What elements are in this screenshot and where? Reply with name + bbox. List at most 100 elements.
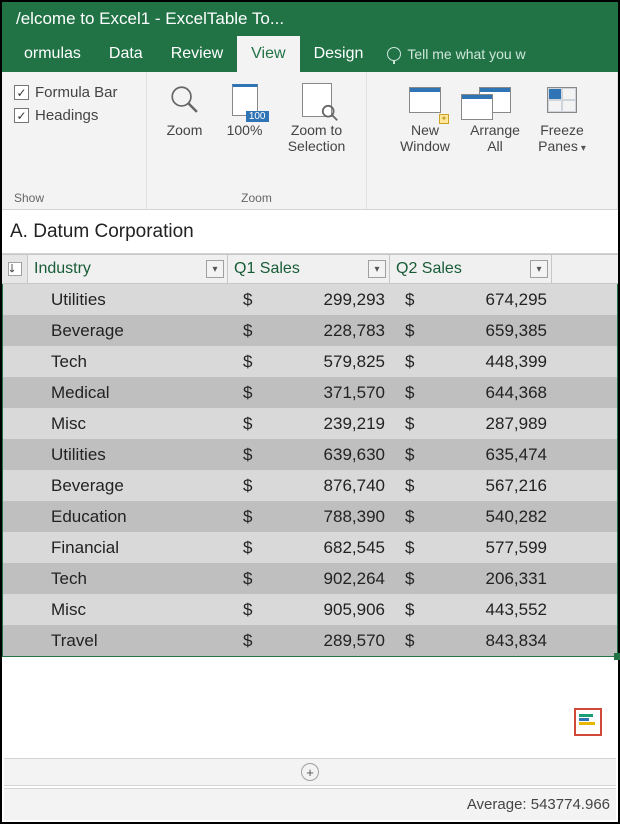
- checkbox-formula-bar[interactable]: ✓ Formula Bar: [14, 84, 142, 101]
- cell-q2[interactable]: $674,295: [391, 290, 553, 310]
- table-row[interactable]: Travel$289,570$843,834: [3, 625, 617, 656]
- cell-q1[interactable]: $289,570: [229, 631, 391, 651]
- table-row[interactable]: Utilities$639,630$635,474: [3, 439, 617, 470]
- filter-button-q1[interactable]: ▾: [368, 260, 386, 278]
- cell-industry[interactable]: Beverage: [29, 476, 229, 496]
- cell-q2[interactable]: $567,216: [391, 476, 553, 496]
- column-header-q1[interactable]: Q1 Sales ▾: [228, 255, 390, 283]
- table-row[interactable]: Medical$371,570$644,368: [3, 377, 617, 408]
- table-row[interactable]: Beverage$228,783$659,385: [3, 315, 617, 346]
- checkbox-headings[interactable]: ✓ Headings: [14, 107, 142, 124]
- table-row[interactable]: Tech$579,825$448,399: [3, 346, 617, 377]
- cell-q1[interactable]: $876,740: [229, 476, 391, 496]
- sort-icon: [8, 262, 22, 276]
- cell-q1[interactable]: $682,545: [229, 538, 391, 558]
- cell-q1[interactable]: $902,264: [229, 569, 391, 589]
- worksheet: Industry ▾ Q1 Sales ▾ Q2 Sales ▾ Utiliti…: [2, 254, 618, 657]
- zoom-100-label: 100%: [227, 122, 263, 138]
- row-header-sort[interactable]: [2, 255, 28, 283]
- cell-q2[interactable]: $540,282: [391, 507, 553, 527]
- new-window-icon: ✦: [405, 80, 445, 120]
- cell-industry[interactable]: Medical: [29, 383, 229, 403]
- window-title: /elcome to Excel1 - Excel: [16, 9, 207, 29]
- table-row[interactable]: Financial$682,545$577,599: [3, 532, 617, 563]
- cell-q1[interactable]: $299,293: [229, 290, 391, 310]
- table-row[interactable]: Misc$905,906$443,552: [3, 594, 617, 625]
- column-header-q2[interactable]: Q2 Sales ▾: [390, 255, 552, 283]
- table-row[interactable]: Education$788,390$540,282: [3, 501, 617, 532]
- page-100-icon: 100: [225, 80, 265, 120]
- check-icon: ✓: [14, 85, 29, 100]
- cell-q2[interactable]: $443,552: [391, 600, 553, 620]
- cell-q1[interactable]: $371,570: [229, 383, 391, 403]
- freeze-panes-icon: [542, 80, 582, 120]
- cell-q1[interactable]: $228,783: [229, 321, 391, 341]
- zoom-100-button[interactable]: 100 100%: [217, 78, 273, 156]
- quick-analysis-button[interactable]: [574, 708, 602, 736]
- column-header-q1-label: Q1 Sales: [234, 260, 300, 278]
- ribbon-group-zoom: Zoom 100 100% Zoom toSelection Zoom: [147, 72, 367, 209]
- fill-handle[interactable]: [614, 653, 620, 660]
- formula-bar[interactable]: A. Datum Corporation: [2, 210, 618, 254]
- cell-industry[interactable]: Beverage: [29, 321, 229, 341]
- ribbon: ✓ Formula Bar ✓ Headings Show Zoom 100: [2, 72, 618, 210]
- table-header-row: Industry ▾ Q1 Sales ▾ Q2 Sales ▾: [2, 254, 618, 284]
- cell-industry[interactable]: Tech: [29, 569, 229, 589]
- table-body: Utilities$299,293$674,295Beverage$228,78…: [2, 284, 618, 657]
- cell-q2[interactable]: $644,368: [391, 383, 553, 403]
- column-header-industry[interactable]: Industry ▾: [28, 255, 228, 283]
- cell-q2[interactable]: $635,474: [391, 445, 553, 465]
- table-row[interactable]: Misc$239,219$287,989: [3, 408, 617, 439]
- tab-formulas[interactable]: ormulas: [10, 36, 95, 72]
- table-row[interactable]: Beverage$876,740$567,216: [3, 470, 617, 501]
- tab-view[interactable]: View: [237, 36, 299, 72]
- magnifier-icon: [165, 80, 205, 120]
- cell-industry[interactable]: Utilities: [29, 290, 229, 310]
- filter-button-industry[interactable]: ▾: [206, 260, 224, 278]
- check-icon: ✓: [14, 108, 29, 123]
- column-header-industry-label: Industry: [34, 260, 91, 278]
- cell-q2[interactable]: $206,331: [391, 569, 553, 589]
- cell-q2[interactable]: $843,834: [391, 631, 553, 651]
- status-average-value: 543774.966: [531, 796, 610, 813]
- quick-analysis-icon: [579, 713, 597, 731]
- cell-industry[interactable]: Financial: [29, 538, 229, 558]
- tab-design[interactable]: Design: [300, 36, 378, 72]
- cell-q1[interactable]: $905,906: [229, 600, 391, 620]
- cell-q1[interactable]: $788,390: [229, 507, 391, 527]
- tell-me-search[interactable]: Tell me what you w: [377, 36, 535, 72]
- new-window-button[interactable]: ✦ NewWindow: [392, 78, 458, 157]
- cell-industry[interactable]: Travel: [29, 631, 229, 651]
- column-header-q2-label: Q2 Sales: [396, 260, 462, 278]
- title-bar: /elcome to Excel1 - Excel Table To...: [2, 2, 618, 36]
- ribbon-group-label-show: Show: [14, 189, 44, 207]
- cell-q2[interactable]: $659,385: [391, 321, 553, 341]
- bulb-icon: [387, 47, 401, 61]
- table-row[interactable]: Tech$902,264$206,331: [3, 563, 617, 594]
- cell-industry[interactable]: Misc: [29, 414, 229, 434]
- cell-q2[interactable]: $287,989: [391, 414, 553, 434]
- ribbon-tabs: ormulas Data Review View Design Tell me …: [2, 36, 618, 72]
- cell-q1[interactable]: $579,825: [229, 352, 391, 372]
- filter-button-q2[interactable]: ▾: [530, 260, 548, 278]
- zoom-button-label: Zoom: [167, 122, 203, 138]
- cell-q2[interactable]: $577,599: [391, 538, 553, 558]
- cell-q1[interactable]: $239,219: [229, 414, 391, 434]
- cell-industry[interactable]: Education: [29, 507, 229, 527]
- checkbox-formula-bar-label: Formula Bar: [35, 84, 118, 101]
- cell-industry[interactable]: Utilities: [29, 445, 229, 465]
- freeze-panes-button[interactable]: FreezePanes▾: [532, 78, 592, 157]
- context-tab-table-tools[interactable]: Table To...: [207, 9, 284, 29]
- tab-data[interactable]: Data: [95, 36, 157, 72]
- table-row[interactable]: Utilities$299,293$674,295: [3, 284, 617, 315]
- new-sheet-button[interactable]: +: [301, 763, 319, 781]
- tab-review[interactable]: Review: [157, 36, 237, 72]
- zoom-to-selection-button[interactable]: Zoom toSelection: [277, 78, 357, 156]
- cell-industry[interactable]: Misc: [29, 600, 229, 620]
- cell-q2[interactable]: $448,399: [391, 352, 553, 372]
- zoom-button[interactable]: Zoom: [157, 78, 213, 156]
- arrange-all-button[interactable]: ArrangeAll: [462, 78, 528, 157]
- cell-industry[interactable]: Tech: [29, 352, 229, 372]
- formula-bar-content: A. Datum Corporation: [10, 221, 194, 243]
- cell-q1[interactable]: $639,630: [229, 445, 391, 465]
